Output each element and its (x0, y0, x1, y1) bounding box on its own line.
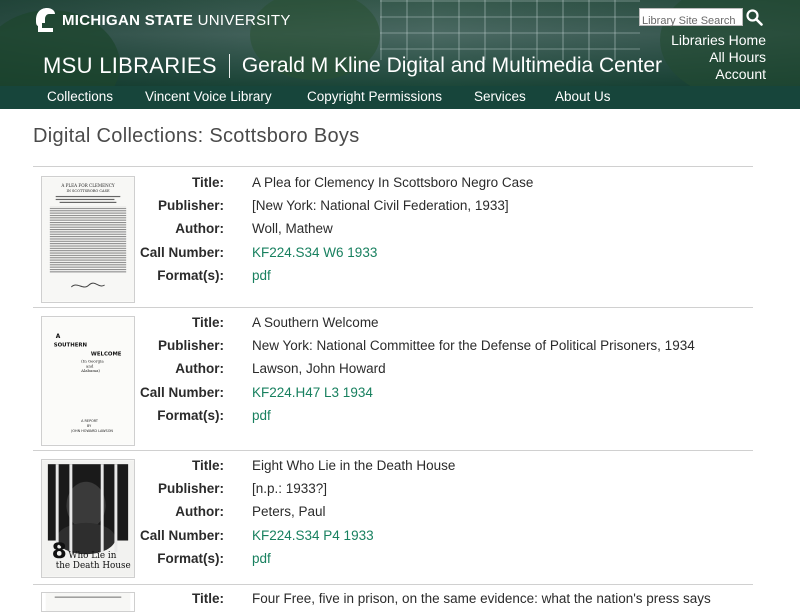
nav-vincent-voice-library[interactable]: Vincent Voice Library (145, 89, 272, 104)
record-author: Woll, Mathew (252, 221, 333, 236)
nav-services[interactable]: Services (474, 89, 526, 104)
thumb-text: SOUTHERN (54, 343, 87, 349)
spartan-helmet-icon (36, 8, 55, 32)
nav-copyright-permissions[interactable]: Copyright Permissions (307, 89, 442, 104)
call-number-link[interactable]: KF224.H47 L3 1934 (252, 385, 373, 400)
record-divider (33, 584, 753, 585)
title-label: Title: (191, 315, 224, 330)
pdf-link[interactable]: pdf (252, 268, 271, 283)
all-hours-link[interactable]: All Hours (709, 49, 766, 65)
thumb-text: A REPORT (81, 419, 99, 423)
site-header: MICHIGAN STATE UNIVERSITY Libraries Home… (0, 0, 800, 86)
record-thumbnail[interactable]: A PLEA FOR CLEMENCY IN SCOTTSBORO CASE (41, 176, 135, 303)
record-divider (33, 166, 753, 167)
record-thumbnail[interactable]: A SOUTHERN WELCOME (In Georgia and Alaba… (41, 316, 135, 446)
record-author: Peters, Paul (252, 504, 326, 519)
record-title: A Plea for Clemency In Scottsboro Negro … (252, 175, 534, 190)
kline-center-link[interactable]: Gerald M Kline Digital and Multimedia Ce… (242, 54, 662, 78)
title-label: Title: (191, 175, 224, 190)
document-cover-image (45, 593, 131, 611)
publisher-label: Publisher: (157, 481, 224, 496)
record-title: A Southern Welcome (252, 315, 379, 330)
site-search-box[interactable] (639, 8, 743, 29)
search-input[interactable] (640, 13, 742, 29)
page-title: Digital Collections: Scottsboro Boys (33, 125, 360, 147)
thumb-text: IN SCOTTSBORO CASE (66, 189, 110, 193)
university-name: MICHIGAN STATE UNIVERSITY (62, 11, 291, 29)
record-publisher: New York: National Committee for the Def… (252, 338, 695, 353)
record-publisher: [n.p.: 1933?] (252, 481, 328, 496)
title-label: Title: (191, 458, 224, 473)
nav-collections[interactable]: Collections (47, 89, 113, 104)
thumb-text: Alabama) (80, 368, 100, 373)
publisher-label: Publisher: (157, 338, 224, 353)
record-thumbnail[interactable]: 8 Who Lie in the Death House (41, 459, 135, 578)
author-label: Author: (175, 361, 224, 376)
document-cover-image: 8 Who Lie in the Death House (42, 460, 134, 577)
record-thumbnail[interactable] (41, 592, 135, 612)
call-number-label: Call Number: (139, 245, 224, 260)
thumb-text: Who Lie in (68, 551, 116, 561)
record-divider (33, 450, 753, 451)
author-label: Author: (175, 221, 224, 236)
record-title: Eight Who Lie in the Death House (252, 458, 456, 473)
msu-libraries-link[interactable]: MSU LIBRARIES (43, 53, 217, 79)
call-number-label: Call Number: (139, 528, 224, 543)
thumb-text: A (56, 334, 61, 340)
format-label: Format(s): (157, 268, 224, 283)
search-icon (746, 9, 763, 26)
record-title: Four Free, five in prison, on the same e… (252, 591, 711, 606)
pdf-link[interactable]: pdf (252, 408, 271, 423)
title-label: Title: (191, 591, 224, 606)
main-nav: Collections Vincent Voice Library Copyri… (0, 86, 800, 109)
document-cover-image: A SOUTHERN WELCOME (In Georgia and Alaba… (42, 317, 134, 445)
nav-about-us[interactable]: About Us (555, 89, 611, 104)
document-cover-image: A PLEA FOR CLEMENCY IN SCOTTSBORO CASE (42, 177, 134, 302)
call-number-link[interactable]: KF224.S34 P4 1933 (252, 528, 374, 543)
thumb-text: the Death House (56, 561, 131, 571)
search-button[interactable] (745, 8, 763, 26)
title-divider (228, 54, 230, 78)
call-number-link[interactable]: KF224.S34 W6 1933 (252, 245, 377, 260)
thumb-text: WELCOME (91, 352, 122, 358)
call-number-label: Call Number: (139, 385, 224, 400)
record-publisher: [New York: National Civil Federation, 19… (252, 198, 509, 213)
record-author: Lawson, John Howard (252, 361, 386, 376)
publisher-label: Publisher: (157, 198, 224, 213)
msu-logo[interactable]: MICHIGAN STATE UNIVERSITY (33, 6, 291, 34)
record-divider (33, 307, 753, 308)
author-label: Author: (175, 504, 224, 519)
site-title: MSU LIBRARIES Gerald M Kline Digital and… (43, 53, 662, 79)
format-label: Format(s): (157, 408, 224, 423)
libraries-home-link[interactable]: Libraries Home (671, 32, 766, 48)
pdf-link[interactable]: pdf (252, 551, 271, 566)
format-label: Format(s): (157, 551, 224, 566)
header-building-photo (380, 0, 640, 60)
thumb-text: JOHN HOWARD LAWSON (70, 429, 113, 433)
thumb-text: A PLEA FOR CLEMENCY (60, 183, 114, 188)
account-link[interactable]: Account (715, 66, 766, 82)
